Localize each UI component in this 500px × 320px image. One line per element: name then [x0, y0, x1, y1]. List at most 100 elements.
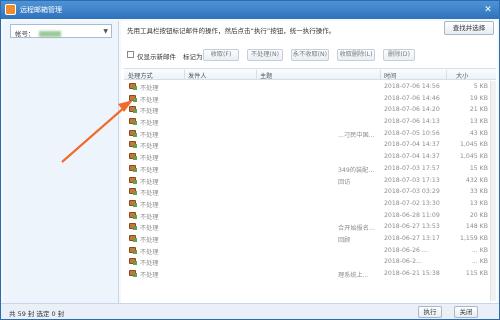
main-panel: 先用工具栏按钮标记邮件的操作，然后点击“执行”按钮，统一执行操作。 查找并选择 … — [121, 21, 497, 303]
vertical-scrollbar[interactable] — [490, 81, 496, 301]
table-header: 处理方式 发件人 主题 时间 大小 — [124, 69, 496, 80]
row-action: 不处理 — [140, 248, 159, 256]
row-time: 2018-07-06 14:46 — [384, 94, 440, 102]
mark-as-label: 标记为: — [183, 53, 205, 61]
row-subject: 合开始报名... — [338, 225, 375, 233]
table-row[interactable]: 不处理 2018-06-26 ... ... KB — [124, 245, 496, 257]
row-size: 43 KB — [469, 129, 488, 137]
mail-status-icon — [129, 199, 137, 207]
row-subject: 理系统上... — [338, 272, 369, 279]
row-size: 19 KB — [469, 94, 488, 102]
close-button[interactable]: 关闭 — [454, 306, 478, 318]
app-icon — [5, 4, 16, 15]
row-size: ... KB — [471, 246, 488, 254]
row-time: 2018-07-02 13:30 — [384, 199, 440, 207]
find-and-select-button[interactable]: 查找并选择 — [444, 21, 494, 35]
mail-status-icon — [129, 176, 137, 184]
row-action: 不处理 — [140, 143, 159, 151]
new-mail-only-checkbox[interactable] — [127, 51, 134, 58]
row-time: 2018-06-26 ... — [384, 246, 428, 254]
window-title: 远程邮箱管理 — [20, 6, 62, 14]
row-subject: 回顾 — [338, 236, 351, 244]
row-time: 2018-06-27 13:53 — [384, 223, 440, 231]
mark-skip-button[interactable]: 不处理(N) — [247, 49, 283, 61]
row-action: 不处理 — [140, 236, 159, 244]
row-size: 1,159 KB — [460, 234, 488, 242]
row-subject: 349的装配... — [338, 166, 375, 174]
table-row[interactable]: 不处理 合开始报名... 2018-06-27 13:53 148 KB — [124, 221, 496, 233]
remote-mailbox-window: 远程邮箱管理 ✕ 帐号： ▼ 先用工具栏按钮标记邮件的操作，然后点击“执行”按钮… — [0, 0, 500, 320]
filter-toolbar: 仅显示新邮件 标记为: 收取(F) 不处理(N) 永不收取(N) 收取删除(L)… — [127, 49, 487, 61]
mail-status-icon — [129, 106, 137, 114]
row-action: 不处理 — [140, 225, 159, 233]
row-size: 15 KB — [469, 164, 488, 172]
table-row[interactable]: 不处理 2018-07-04 14:37 1,045 KB — [124, 139, 496, 151]
row-size: 13 KB — [469, 118, 488, 126]
row-size: 115 KB — [465, 270, 488, 277]
table-row[interactable]: 不处理 2018-07-06 14:56 5 KB — [124, 81, 496, 93]
row-size: 20 KB — [469, 211, 488, 219]
table-row[interactable]: 不处理 2018-07-04 14:37 1,045 KB — [124, 151, 496, 163]
row-time: 2018-06-27 13:17 — [384, 234, 440, 242]
row-action: 不处理 — [140, 178, 159, 186]
mail-status-icon — [129, 118, 137, 126]
row-time: 2018-07-04 14:37 — [384, 153, 440, 161]
column-header-sender[interactable]: 发件人 — [188, 71, 207, 80]
mail-status-icon — [129, 246, 137, 254]
mail-status-icon — [129, 258, 137, 266]
table-row[interactable]: 不处理 2018-07-06 14:46 19 KB — [124, 93, 496, 105]
column-header-time[interactable]: 时间 — [384, 71, 396, 80]
table-row[interactable]: 不处理 2018-07-06 14:20 21 KB — [124, 104, 496, 116]
execute-button[interactable]: 执行 — [418, 306, 442, 318]
mark-never-receive-button[interactable]: 永不收取(N) — [291, 49, 329, 61]
row-time: 2018-07-03 17:13 — [384, 176, 440, 184]
row-action: 不处理 — [140, 120, 159, 128]
row-time: 2018-07-06 14:13 — [384, 118, 440, 126]
mail-status-icon — [129, 153, 137, 161]
row-action: 不处理 — [140, 108, 159, 116]
account-select[interactable]: 帐号： ▼ — [10, 24, 112, 38]
account-name-redacted — [38, 31, 61, 37]
table-row[interactable]: 不处理 2018-06-2... ... KB — [124, 256, 496, 268]
mail-status-icon — [129, 223, 137, 231]
row-action: 不处理 — [140, 201, 159, 209]
row-action: 不处理 — [140, 260, 159, 268]
row-size: 1,045 KB — [460, 141, 488, 149]
row-time: 2018-06-21 15:38 — [384, 270, 440, 277]
mail-status-icon — [129, 188, 137, 196]
mail-status-icon — [129, 129, 137, 137]
table-row[interactable]: 不处理 ...刁民中国... 2018-07-05 10:56 43 KB — [124, 128, 496, 140]
row-subject: ...刁民中国... — [338, 131, 375, 139]
title-bar: 远程邮箱管理 ✕ — [1, 1, 499, 19]
column-header-subject[interactable]: 主题 — [260, 71, 272, 80]
column-header-size[interactable]: 大小 — [456, 71, 468, 80]
account-sidebar: 帐号： ▼ — [4, 21, 119, 303]
table-row[interactable]: 不处理 2018-07-03 03:29 33 KB — [124, 186, 496, 198]
mail-status-icon — [129, 94, 137, 102]
row-action: 不处理 — [140, 190, 159, 198]
mail-status-icon — [129, 234, 137, 242]
mail-status-icon — [129, 83, 137, 90]
mail-status-icon — [129, 164, 137, 172]
table-row[interactable]: 不处理 回顾 2018-06-27 13:17 1,159 KB — [124, 233, 496, 245]
close-window-button[interactable]: ✕ — [481, 4, 495, 16]
table-row[interactable]: 不处理 2018-07-06 14:13 13 KB — [124, 116, 496, 128]
table-row[interactable]: 不处理 理系统上... 2018-06-21 15:38 115 KB — [124, 268, 496, 280]
new-mail-only-label: 仅显示新邮件 — [137, 53, 176, 61]
row-subject: 回访 — [338, 178, 351, 186]
row-size: 148 KB — [465, 223, 488, 231]
table-row[interactable]: 不处理 回访 2018-07-03 17:13 432 KB — [124, 175, 496, 187]
table-row[interactable]: 不处理 349的装配... 2018-07-03 17:57 15 KB — [124, 163, 496, 175]
column-header-action[interactable]: 处理方式 — [128, 71, 153, 80]
row-time: 2018-07-06 14:20 — [384, 106, 440, 114]
row-time: 2018-06-28 11:09 — [384, 211, 440, 219]
table-body: 不处理 2018-07-06 14:56 5 KB 不处理 2018-07-06 14:… — [124, 81, 496, 280]
row-size: 13 KB — [469, 199, 488, 207]
mark-receive-button[interactable]: 收取(F) — [203, 49, 239, 61]
table-row[interactable]: 不处理 2018-07-02 13:30 13 KB — [124, 198, 496, 210]
mail-status-icon — [129, 270, 137, 277]
mail-status-icon — [129, 211, 137, 219]
mark-receive-delete-button[interactable]: 收取删除(L) — [337, 49, 375, 61]
mark-delete-button[interactable]: 删除(D) — [383, 49, 415, 61]
table-row[interactable]: 不处理 2018-06-28 11:09 20 KB — [124, 210, 496, 222]
